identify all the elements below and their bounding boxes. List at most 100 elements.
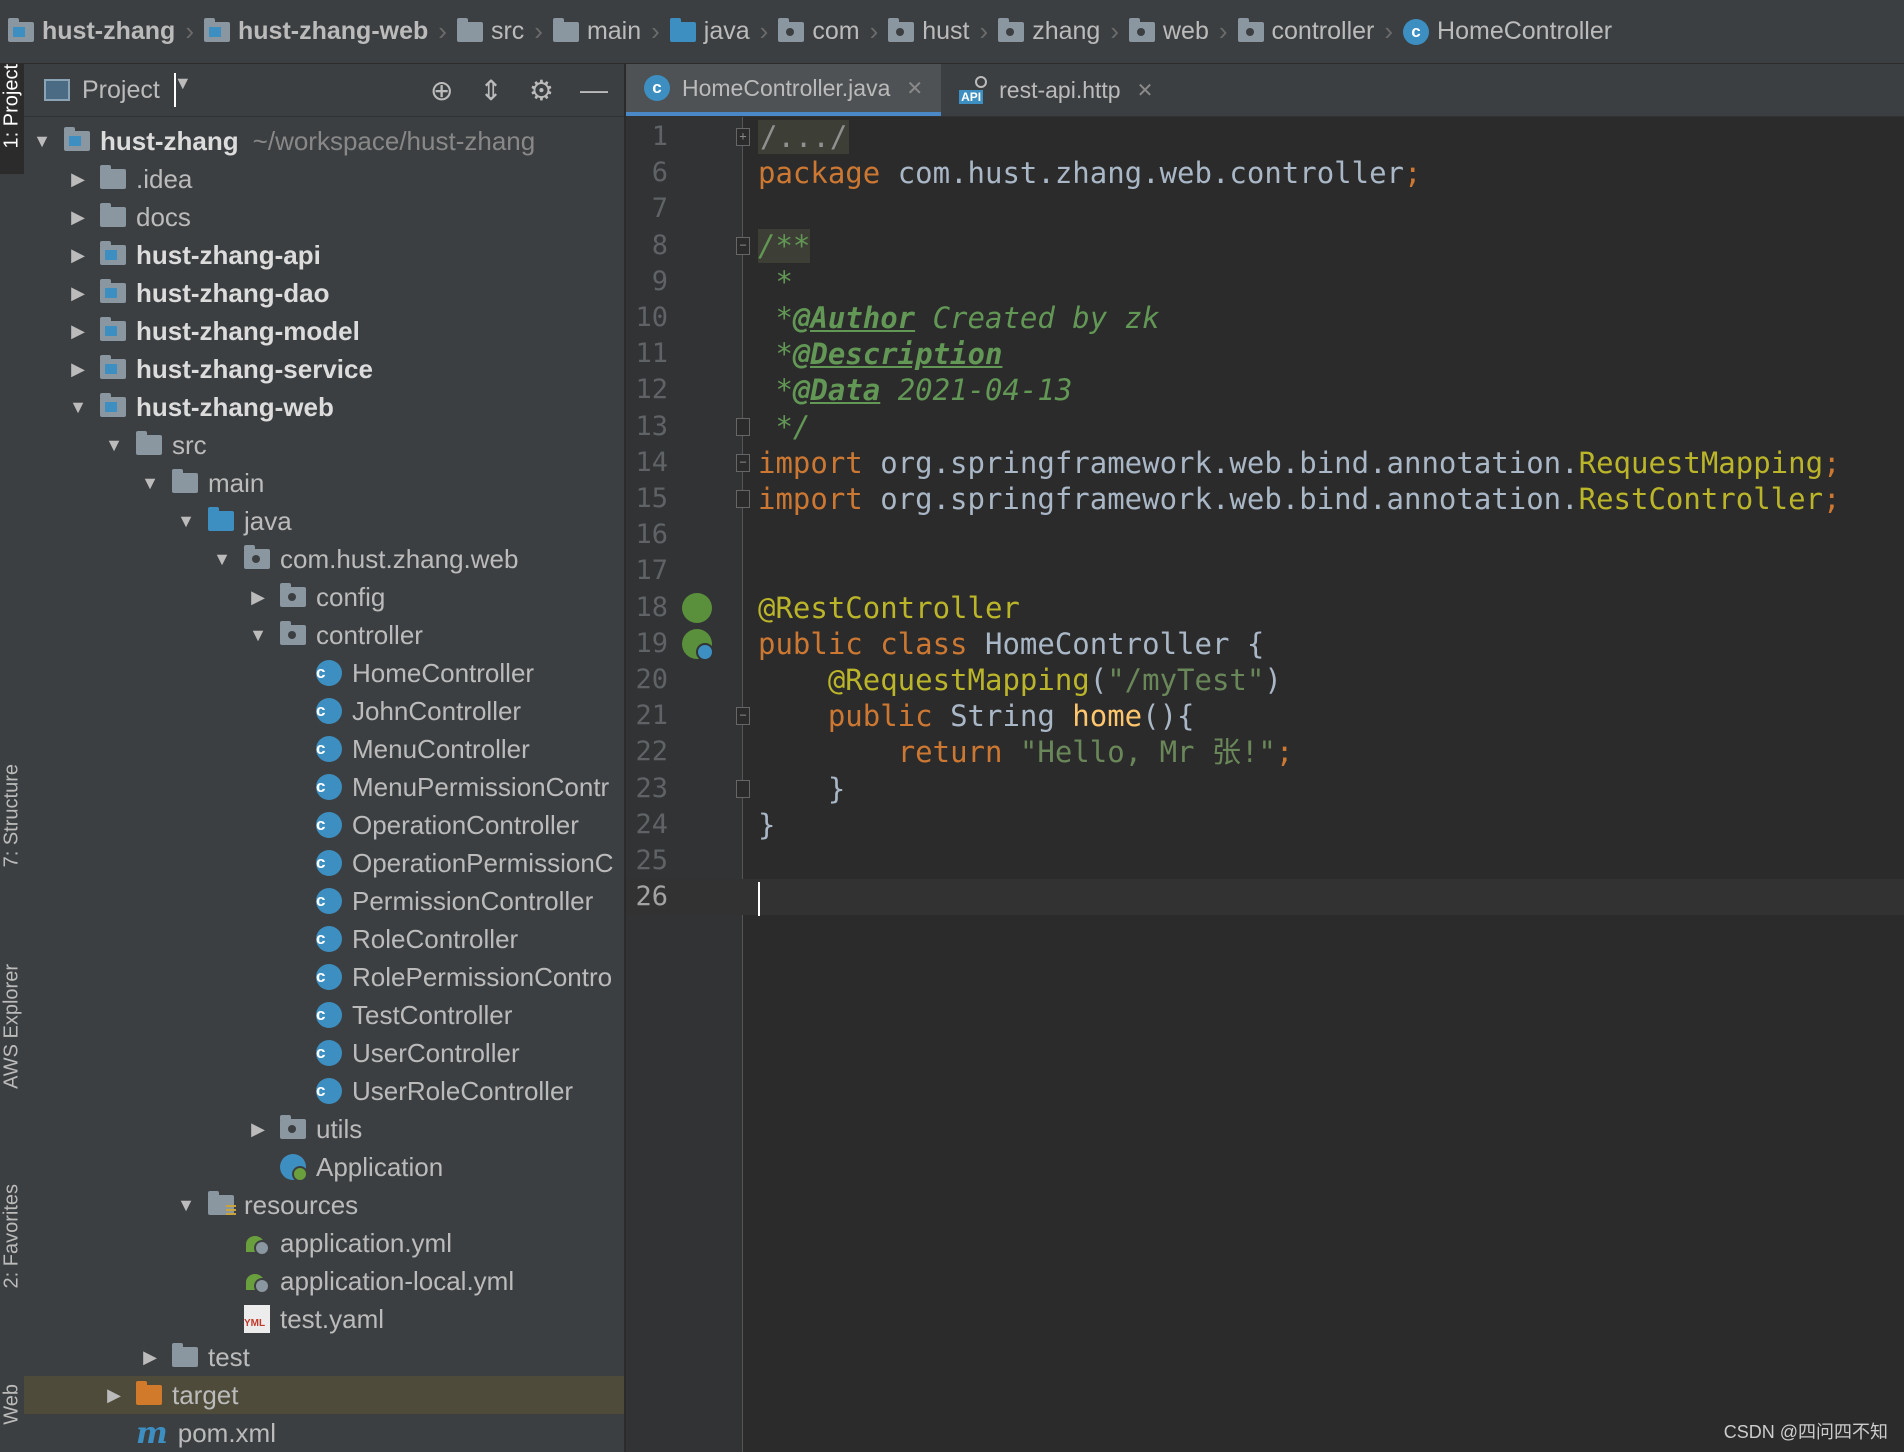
tree-item[interactable]: ▶ hust-zhang-model <box>24 312 624 350</box>
code-line[interactable]: 12 *@Data 2021-04-13 <box>626 372 1904 408</box>
code-line[interactable]: 25 <box>626 843 1904 879</box>
tree-item[interactable]: ▶ hust-zhang-api <box>24 236 624 274</box>
code-line[interactable]: 11 *@Description <box>626 336 1904 372</box>
locate-file-icon[interactable]: ⊕ <box>430 74 453 107</box>
code-line[interactable]: 23 } <box>626 771 1904 807</box>
breadcrumb-item[interactable]: HomeController <box>1403 17 1612 46</box>
tree-item[interactable]: ▶ config <box>24 578 624 616</box>
breadcrumb-item[interactable]: main <box>552 17 641 46</box>
collapsed-arrow-icon[interactable]: ▶ <box>68 359 88 380</box>
code-line[interactable]: 21 − public String home(){ <box>626 698 1904 734</box>
tab-structure[interactable]: 7: Structure <box>0 764 24 914</box>
fold-end-marker[interactable] <box>736 490 750 508</box>
tree-item[interactable]: application.yml <box>24 1224 624 1262</box>
expanded-arrow-icon[interactable]: ▼ <box>176 511 196 532</box>
tree-item[interactable]: ▶ hust-zhang-service <box>24 350 624 388</box>
expanded-arrow-icon[interactable]: ▼ <box>68 397 88 418</box>
fold-toggle-icon[interactable]: + <box>736 128 750 146</box>
code-line[interactable]: 1 + /.../ <box>626 119 1904 155</box>
expanded-arrow-icon[interactable]: ▼ <box>248 625 268 646</box>
expanded-arrow-icon[interactable]: ▼ <box>212 549 232 570</box>
fold-end-marker[interactable] <box>736 780 750 798</box>
collapsed-arrow-icon[interactable]: ▶ <box>248 587 268 608</box>
tree-item[interactable]: ▼ hust-zhang ~/workspace/hust-zhang <box>24 122 624 160</box>
tree-item[interactable]: JohnController <box>24 692 624 730</box>
code-line[interactable]: 26 <box>626 879 1904 916</box>
tree-item[interactable]: ▼ src <box>24 426 624 464</box>
tab-aws-explorer[interactable]: AWS Explorer <box>0 964 24 1124</box>
code-line[interactable]: 22 return "Hello, Mr 张!"; <box>626 734 1904 770</box>
tree-item[interactable]: TestController <box>24 996 624 1034</box>
code-line[interactable]: 13 */ <box>626 409 1904 445</box>
code-line[interactable]: 9 * <box>626 264 1904 300</box>
collapsed-arrow-icon[interactable]: ▶ <box>68 321 88 342</box>
close-icon[interactable]: ✕ <box>1137 78 1154 103</box>
tree-item[interactable]: ▶ .idea <box>24 160 624 198</box>
tree-item[interactable]: PermissionController <box>24 882 624 920</box>
tab-favorites[interactable]: 2: Favorites <box>0 1184 24 1334</box>
fold-toggle-icon[interactable]: − <box>736 707 750 725</box>
code-line[interactable]: 8 −/** <box>626 228 1904 264</box>
chevron-down-icon[interactable]: ▼ <box>173 73 192 107</box>
spring-bean-class-icon[interactable] <box>682 629 714 661</box>
breadcrumb-item[interactable]: hust-zhang <box>8 17 175 46</box>
tree-item[interactable]: ▼ controller <box>24 616 624 654</box>
code-line[interactable]: 17 <box>626 553 1904 589</box>
breadcrumb-item[interactable]: web <box>1128 17 1209 46</box>
code-line[interactable]: 15 import org.springframework.web.bind.an… <box>626 481 1904 517</box>
tree-item[interactable]: m pom.xml <box>24 1414 624 1452</box>
tree-item[interactable]: ▼ com.hust.zhang.web <box>24 540 624 578</box>
breadcrumb-item[interactable]: src <box>456 17 524 46</box>
code-line[interactable]: 10 *@Author Created by zk <box>626 300 1904 336</box>
code-line[interactable]: 16 <box>626 517 1904 553</box>
collapsed-arrow-icon[interactable]: ▶ <box>68 207 88 228</box>
collapsed-arrow-icon[interactable]: ▶ <box>68 245 88 266</box>
tree-item[interactable]: OperationController <box>24 806 624 844</box>
tree-item[interactable]: ▶ hust-zhang-dao <box>24 274 624 312</box>
tree-item[interactable]: ▼ resources <box>24 1186 624 1224</box>
fold-toggle-icon[interactable]: − <box>736 454 750 472</box>
code-line[interactable]: 24} <box>626 807 1904 843</box>
breadcrumb-item[interactable]: com <box>778 17 860 46</box>
tree-item[interactable]: ▼ java <box>24 502 624 540</box>
tree-item[interactable]: MenuPermissionContr <box>24 768 624 806</box>
collapsed-arrow-icon[interactable]: ▶ <box>68 169 88 190</box>
editor-tab[interactable]: rest-api.http ✕ <box>941 64 1171 116</box>
tree-item[interactable]: MenuController <box>24 730 624 768</box>
tree-item[interactable]: ▶ utils <box>24 1110 624 1148</box>
code-line[interactable]: 19 public class HomeController { <box>626 626 1904 662</box>
tree-item[interactable]: ▶ test <box>24 1338 624 1376</box>
breadcrumb-item[interactable]: hust-zhang-web <box>204 17 428 46</box>
tree-item[interactable]: ▶ target <box>24 1376 624 1414</box>
minimize-icon[interactable]: — <box>580 74 608 106</box>
collapsed-arrow-icon[interactable]: ▶ <box>104 1385 124 1406</box>
tree-item[interactable]: RolePermissionContro <box>24 958 624 996</box>
fold-toggle-icon[interactable]: − <box>736 237 750 255</box>
spring-bean-icon[interactable] <box>682 593 712 623</box>
tree-item[interactable]: application-local.yml <box>24 1262 624 1300</box>
tab-web[interactable]: Web <box>0 1384 24 1452</box>
tree-item[interactable]: UserController <box>24 1034 624 1072</box>
code-line[interactable]: 20 @RequestMapping("/myTest") <box>626 662 1904 698</box>
tree-item[interactable]: UserRoleController <box>24 1072 624 1110</box>
expanded-arrow-icon[interactable]: ▼ <box>104 435 124 456</box>
fold-end-marker[interactable] <box>736 418 750 436</box>
tree-item[interactable]: ▶ docs <box>24 198 624 236</box>
breadcrumb-item[interactable]: hust <box>888 17 970 46</box>
tree-item[interactable]: YML test.yaml <box>24 1300 624 1338</box>
tree-item[interactable]: Application <box>24 1148 624 1186</box>
tree-item[interactable]: ▼ main <box>24 464 624 502</box>
tab-project[interactable]: 1: Project <box>0 64 24 174</box>
code-line[interactable]: 6 package com.hust.zhang.web.controller; <box>626 155 1904 191</box>
expanded-arrow-icon[interactable]: ▼ <box>176 1195 196 1216</box>
code-line[interactable]: 18 @RestController <box>626 590 1904 626</box>
code-line[interactable]: 14 − import org.springframework.web.bind.a… <box>626 445 1904 481</box>
close-icon[interactable]: ✕ <box>906 76 923 101</box>
collapsed-arrow-icon[interactable]: ▶ <box>248 1119 268 1140</box>
tree-item[interactable]: OperationPermissionC <box>24 844 624 882</box>
breadcrumb-item[interactable]: zhang <box>998 17 1100 46</box>
code-line[interactable]: 7 <box>626 191 1904 227</box>
project-view-title[interactable]: Project <box>82 76 160 105</box>
gear-icon[interactable]: ⚙ <box>529 74 554 107</box>
breadcrumb-item[interactable]: java <box>669 17 750 46</box>
